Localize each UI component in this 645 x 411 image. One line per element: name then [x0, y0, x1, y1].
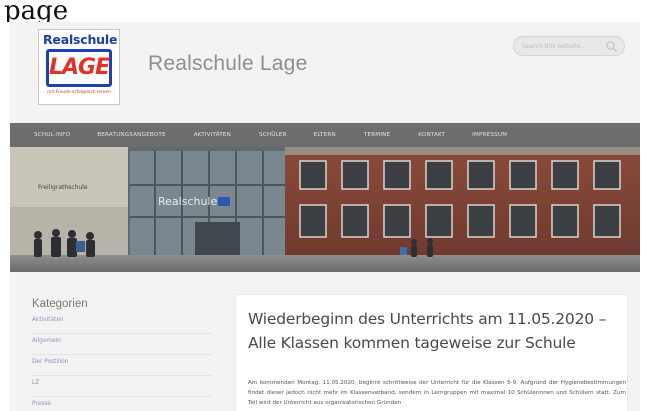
- main-nav: SCHUL-INFO BERATUNGSANGEBOTE AKTIVITÄTEN…: [10, 123, 640, 147]
- content-area: Kategorien Aktivitäten Allgemein Der Pos…: [10, 272, 640, 411]
- top-caption: page: [4, 0, 69, 22]
- page-frame: Realschule LAGE mit Freude erfolgreich l…: [10, 22, 640, 411]
- nav-item-aktivitaeten[interactable]: AKTIVITÄTEN: [194, 132, 231, 138]
- logo-mark-text: LAGE: [49, 55, 110, 80]
- article-title[interactable]: Wiederbeginn des Unterrichts am 11.05.20…: [248, 307, 623, 355]
- freiligrathschule-sign: Freiligrathschule: [38, 184, 88, 191]
- nav-item-termine[interactable]: TERMINE: [364, 132, 390, 138]
- nav-item-impressum[interactable]: IMPRESSUM: [472, 132, 507, 138]
- nav-item-kontakt[interactable]: KONTAKT: [418, 132, 445, 138]
- search-box: [513, 36, 625, 56]
- sidebar-title: Kategorien: [32, 298, 88, 310]
- nav-item-schul-info[interactable]: SCHUL-INFO: [34, 132, 70, 138]
- sidebar-category-presse[interactable]: Presse: [32, 399, 212, 411]
- nav-item-eltern[interactable]: ELTERN: [314, 132, 336, 138]
- logo-tagline: mit Freude erfolgreich lernen: [47, 90, 111, 95]
- sidebar: Kategorien Aktivitäten Allgemein Der Pos…: [32, 298, 212, 411]
- nav-item-beratungsangebote[interactable]: BERATUNGSANGEBOTE: [97, 132, 165, 138]
- sidebar-category-der-postillon[interactable]: Der Postillon: [32, 357, 212, 376]
- banner-image: Freiligrathschule Realschule: [10, 147, 640, 272]
- school-building-photo: Freiligrathschule Realschule: [10, 147, 640, 272]
- search-input[interactable]: [522, 40, 604, 53]
- realschule-sign: Realschule: [158, 195, 217, 208]
- article-excerpt: Am kommenden Montag, 11.05.2020, beginnt…: [248, 380, 626, 406]
- logo-mark: LAGE: [46, 49, 112, 87]
- sidebar-category-lz[interactable]: LZ: [32, 378, 212, 397]
- site-header: Realschule LAGE mit Freude erfolgreich l…: [10, 22, 640, 122]
- sidebar-category-allgemein[interactable]: Allgemein: [32, 336, 212, 355]
- nav-item-schueler[interactable]: SCHÜLER: [259, 132, 287, 138]
- article-card: Wiederbeginn des Unterrichts am 11.05.20…: [235, 294, 628, 411]
- search-icon[interactable]: [605, 40, 618, 53]
- sidebar-category-aktivitaeten[interactable]: Aktivitäten: [32, 315, 212, 334]
- school-logo[interactable]: Realschule LAGE mit Freude erfolgreich l…: [38, 29, 120, 105]
- logo-school-text: Realschule: [43, 32, 118, 47]
- site-title[interactable]: Realschule Lage: [148, 52, 307, 76]
